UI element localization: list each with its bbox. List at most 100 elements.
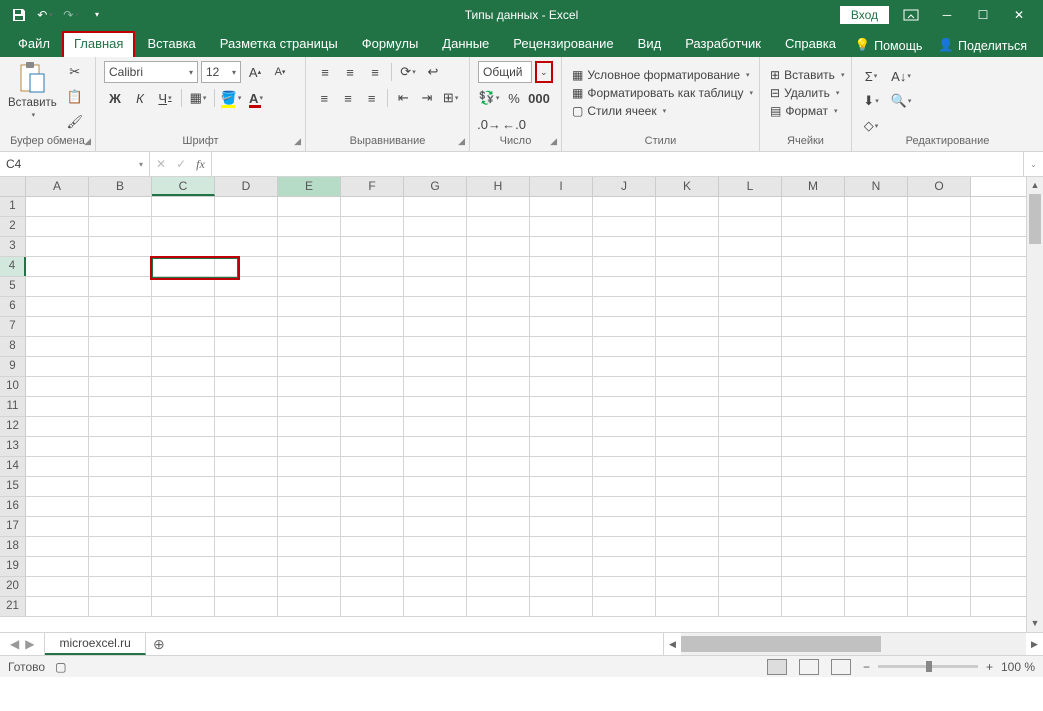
cell[interactable] <box>845 317 908 336</box>
cell[interactable] <box>89 557 152 576</box>
align-right-icon[interactable]: ≡ <box>361 87 382 109</box>
cell[interactable] <box>656 217 719 236</box>
scroll-thumb[interactable] <box>1029 194 1041 244</box>
sort-filter-icon[interactable]: A↓ <box>890 65 912 87</box>
bold-button[interactable]: Ж <box>104 87 126 109</box>
cell[interactable] <box>26 357 89 376</box>
cell[interactable] <box>593 437 656 456</box>
cell[interactable] <box>593 537 656 556</box>
vertical-scrollbar[interactable]: ▲ ▼ <box>1026 177 1043 632</box>
cell[interactable] <box>530 357 593 376</box>
cell[interactable] <box>89 497 152 516</box>
cell[interactable] <box>656 277 719 296</box>
cell[interactable] <box>278 497 341 516</box>
cell[interactable] <box>152 477 215 496</box>
cell[interactable] <box>26 477 89 496</box>
cell[interactable] <box>656 357 719 376</box>
cell[interactable] <box>908 577 971 596</box>
row-header[interactable]: 5 <box>0 277 26 296</box>
delete-cells-button[interactable]: ⊟Удалить▾ <box>768 85 843 101</box>
cell[interactable] <box>89 337 152 356</box>
dialog-launcher-icon[interactable]: ◢ <box>294 136 301 147</box>
cell[interactable] <box>467 437 530 456</box>
ribbon-options-icon[interactable] <box>897 4 925 26</box>
cell[interactable] <box>26 237 89 256</box>
column-header[interactable]: K <box>656 177 719 196</box>
cell[interactable] <box>845 437 908 456</box>
cell[interactable] <box>404 377 467 396</box>
formula-input[interactable] <box>212 152 1023 176</box>
scroll-down-icon[interactable]: ▼ <box>1027 615 1043 632</box>
cell[interactable] <box>341 317 404 336</box>
cell[interactable] <box>530 497 593 516</box>
cell[interactable] <box>656 437 719 456</box>
cell[interactable] <box>656 297 719 316</box>
horizontal-scrollbar[interactable]: ◀ ▶ <box>663 633 1043 655</box>
cell[interactable] <box>782 337 845 356</box>
cell[interactable] <box>656 477 719 496</box>
cell[interactable] <box>782 397 845 416</box>
cell[interactable] <box>656 597 719 616</box>
row-header[interactable]: 11 <box>0 397 26 416</box>
cell[interactable] <box>908 437 971 456</box>
wrap-text-icon[interactable]: ↩ <box>422 61 444 83</box>
cell[interactable] <box>152 197 215 216</box>
cell[interactable] <box>656 537 719 556</box>
cell[interactable] <box>656 337 719 356</box>
cell[interactable] <box>908 357 971 376</box>
cell[interactable] <box>341 337 404 356</box>
cell[interactable] <box>467 517 530 536</box>
cell[interactable] <box>845 357 908 376</box>
cell[interactable] <box>152 437 215 456</box>
cell[interactable] <box>404 417 467 436</box>
paste-button[interactable]: Вставить ▾ <box>8 61 57 119</box>
cell[interactable] <box>215 397 278 416</box>
cell[interactable] <box>278 357 341 376</box>
cell[interactable] <box>656 397 719 416</box>
format-painter-icon[interactable]: 🖌 <box>64 111 86 133</box>
cell[interactable] <box>341 477 404 496</box>
cell[interactable] <box>530 477 593 496</box>
cell[interactable] <box>404 197 467 216</box>
row-header[interactable]: 15 <box>0 477 26 496</box>
zoom-level[interactable]: 100 % <box>1001 660 1035 674</box>
close-icon[interactable]: ✕ <box>1005 4 1033 26</box>
grow-font-icon[interactable]: A▴ <box>244 61 266 83</box>
cell[interactable] <box>152 337 215 356</box>
cell[interactable] <box>26 457 89 476</box>
cell[interactable] <box>404 597 467 616</box>
cell[interactable] <box>908 497 971 516</box>
cell[interactable] <box>845 417 908 436</box>
cell[interactable] <box>530 457 593 476</box>
scroll-thumb[interactable] <box>681 636 881 652</box>
cell[interactable] <box>215 317 278 336</box>
tab-file[interactable]: Файл <box>6 31 62 57</box>
cell[interactable] <box>341 357 404 376</box>
cell[interactable] <box>152 417 215 436</box>
cell[interactable] <box>26 277 89 296</box>
cell[interactable] <box>845 277 908 296</box>
cell[interactable] <box>278 337 341 356</box>
cell[interactable] <box>26 577 89 596</box>
cell[interactable] <box>845 257 908 276</box>
cell[interactable] <box>215 597 278 616</box>
cell[interactable] <box>719 257 782 276</box>
cell[interactable] <box>215 437 278 456</box>
row-header[interactable]: 19 <box>0 557 26 576</box>
cell[interactable] <box>908 217 971 236</box>
cell[interactable] <box>719 417 782 436</box>
cell[interactable] <box>215 537 278 556</box>
scroll-up-icon[interactable]: ▲ <box>1027 177 1043 194</box>
share-button[interactable]: 👤Поделиться <box>938 38 1027 53</box>
cell[interactable] <box>278 557 341 576</box>
cell[interactable] <box>593 257 656 276</box>
cell[interactable] <box>404 297 467 316</box>
align-center-icon[interactable]: ≡ <box>338 87 359 109</box>
cell[interactable] <box>26 397 89 416</box>
increase-indent-icon[interactable]: ⇥ <box>417 87 438 109</box>
align-middle-icon[interactable]: ≡ <box>339 61 361 83</box>
cell[interactable] <box>26 517 89 536</box>
tab-review[interactable]: Рецензирование <box>501 31 625 57</box>
cell[interactable] <box>341 557 404 576</box>
cell[interactable] <box>26 557 89 576</box>
